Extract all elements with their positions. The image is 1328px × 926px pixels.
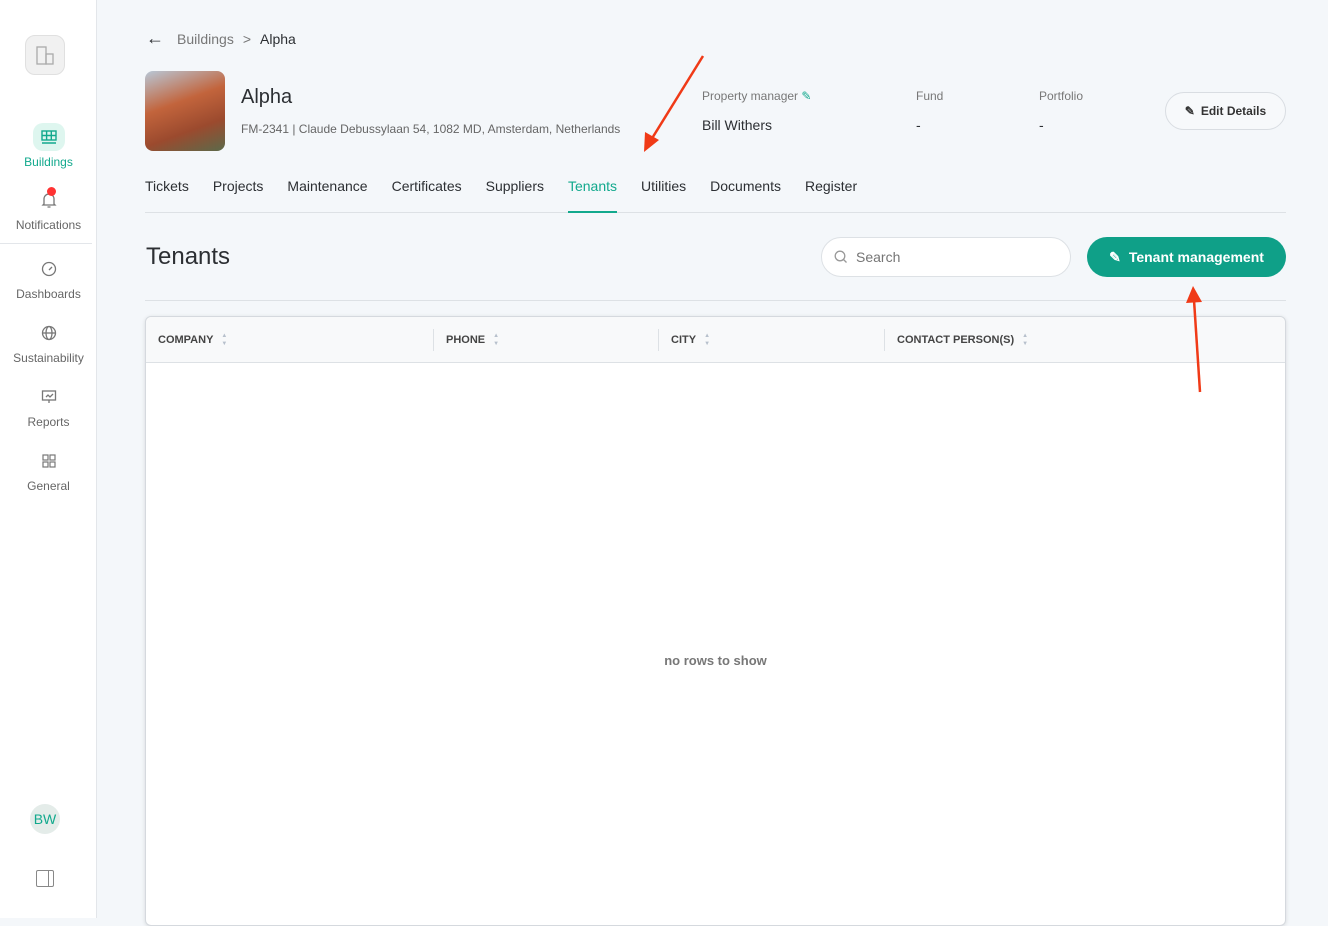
sidebar-item-label: Buildings	[24, 155, 73, 169]
fund-label: Fund	[916, 89, 944, 103]
breadcrumb: ← Buildings > Alpha	[146, 28, 296, 49]
notification-badge	[47, 187, 56, 196]
tab-suppliers[interactable]: Suppliers	[486, 176, 544, 213]
column-label: COMPANY	[158, 333, 214, 346]
globe-icon	[33, 319, 65, 347]
sidebar-item-label: Reports	[27, 415, 70, 429]
portfolio-label: Portfolio	[1039, 89, 1084, 103]
tab-utilities[interactable]: Utilities	[641, 176, 686, 213]
grid-icon	[32, 123, 65, 151]
tab-register[interactable]: Register	[805, 176, 857, 213]
column-label: PHONE	[446, 333, 486, 346]
tab-projects[interactable]: Projects	[213, 176, 264, 213]
sort-icon[interactable]: ▲ ▼	[1022, 333, 1028, 347]
column-label: CONTACT PERSON(S)	[897, 333, 1015, 346]
divider	[0, 243, 92, 244]
avatar[interactable]: BW	[30, 804, 60, 834]
sidebar: Buildings Notifications Dashboards Susta…	[0, 0, 97, 918]
sort-icon[interactable]: ▲ ▼	[493, 333, 499, 347]
back-arrow-icon[interactable]: ←	[146, 28, 164, 49]
sidebar-item-label: Dashboards	[16, 287, 81, 301]
label: Property manager	[702, 89, 799, 103]
presentation-icon	[33, 383, 65, 411]
portfolio-value: -	[1039, 117, 1044, 133]
breadcrumb-buildings[interactable]: Buildings	[177, 31, 234, 47]
tenant-management-label: Tenant management	[1128, 249, 1264, 265]
search-icon	[834, 250, 847, 263]
search-box[interactable]	[821, 237, 1071, 277]
sidebar-item-label: Sustainability	[13, 351, 84, 365]
sidebar-item-dashboards[interactable]: Dashboards	[0, 255, 97, 301]
building-photo	[145, 71, 225, 151]
apps-icon	[33, 447, 65, 475]
column-city[interactable]: CITY ▲ ▼	[658, 328, 884, 351]
sidebar-item-label: General	[27, 479, 70, 493]
section-title: Tenants	[146, 243, 231, 270]
building-logo-icon[interactable]	[25, 35, 65, 75]
pencil-icon: ✎	[1184, 104, 1195, 118]
sidebar-item-label: Notifications	[15, 218, 82, 232]
sort-icon[interactable]: ▲ ▼	[704, 333, 710, 347]
sidebar-item-reports[interactable]: Reports	[0, 383, 97, 429]
tab-tickets[interactable]: Tickets	[145, 176, 189, 213]
empty-message: no rows to show	[664, 653, 767, 668]
table-header: COMPANY ▲ ▼ PHONE ▲ ▼ CITY ▲ ▼ CONTACT PERSON(…	[146, 317, 1285, 363]
column-company[interactable]: COMPANY ▲ ▼	[146, 329, 433, 351]
gauge-icon	[33, 255, 65, 283]
column-label: CITY	[671, 333, 697, 346]
sidebar-item-general[interactable]: General	[0, 447, 97, 493]
building-name: Alpha	[241, 86, 293, 108]
tab-maintenance[interactable]: Maintenance	[287, 176, 367, 213]
tenant-management-button[interactable]: ✎ Tenant management	[1087, 237, 1286, 277]
divider	[145, 300, 1286, 301]
sidebar-item-sustainability[interactable]: Sustainability	[0, 319, 97, 365]
property-manager-value: Bill Withers	[702, 117, 773, 133]
column-phone[interactable]: PHONE ▲ ▼	[433, 328, 658, 351]
breadcrumb-separator: >	[242, 30, 252, 47]
pencil-icon[interactable]: ✎	[801, 89, 811, 103]
tab-certificates[interactable]: Certificates	[392, 176, 462, 213]
column-contact-persons[interactable]: CONTACT PERSON(S) ▲ ▼	[884, 328, 1285, 351]
tab-bar: Tickets Projects Maintenance Certificate…	[145, 176, 1286, 213]
property-manager-label: Property manager ✎	[702, 89, 811, 103]
pencil-icon: ✎	[1109, 248, 1121, 265]
edit-details-button[interactable]: ✎ Edit Details	[1165, 92, 1286, 130]
fund-value: -	[916, 117, 921, 133]
building-address: FM-2341 | Claude Debussylaan 54, 1082 MD…	[241, 122, 621, 136]
annotation-arrow-tenants-tab	[649, 55, 705, 141]
tenants-table: COMPANY ▲ ▼ PHONE ▲ ▼ CITY ▲ ▼ CONTACT PERSON(…	[145, 316, 1286, 926]
sort-icon[interactable]: ▲ ▼	[221, 333, 227, 347]
search-input[interactable]	[856, 249, 1046, 265]
tab-documents[interactable]: Documents	[710, 176, 781, 213]
panel-toggle-icon[interactable]	[36, 870, 54, 887]
sidebar-item-buildings[interactable]: Buildings	[0, 123, 97, 169]
edit-details-label: Edit Details	[1200, 104, 1267, 118]
breadcrumb-current: Alpha	[260, 30, 296, 47]
tab-tenants[interactable]: Tenants	[567, 176, 618, 213]
